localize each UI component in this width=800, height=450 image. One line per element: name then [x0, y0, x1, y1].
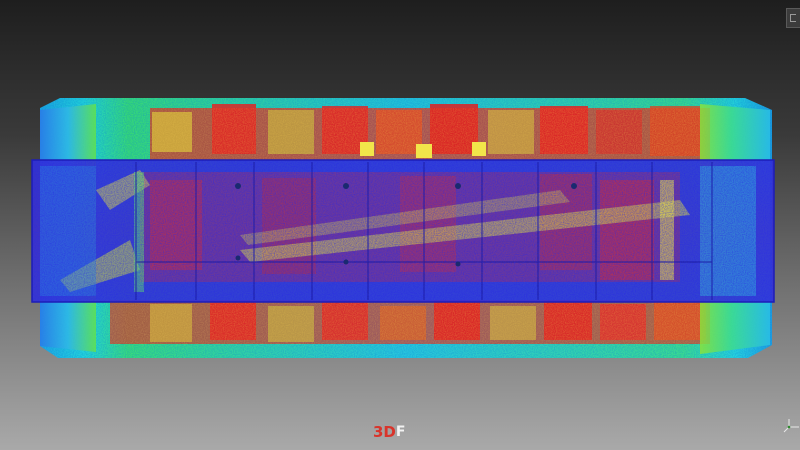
3d-viewport[interactable]: 3D F [0, 0, 800, 450]
app-logo: 3D F [373, 424, 405, 440]
point-cloud[interactable] [0, 0, 800, 450]
cloud-top-band [150, 104, 710, 160]
logo-red-text: 3D [373, 423, 396, 441]
cloud-inner-speckle [32, 160, 774, 302]
cloud-bottom-band [110, 300, 710, 344]
axis-trihedron-icon [783, 419, 799, 433]
restore-view-icon[interactable] [786, 8, 800, 28]
restore-view-glyph [790, 14, 796, 22]
logo-white-text: F [395, 424, 406, 440]
